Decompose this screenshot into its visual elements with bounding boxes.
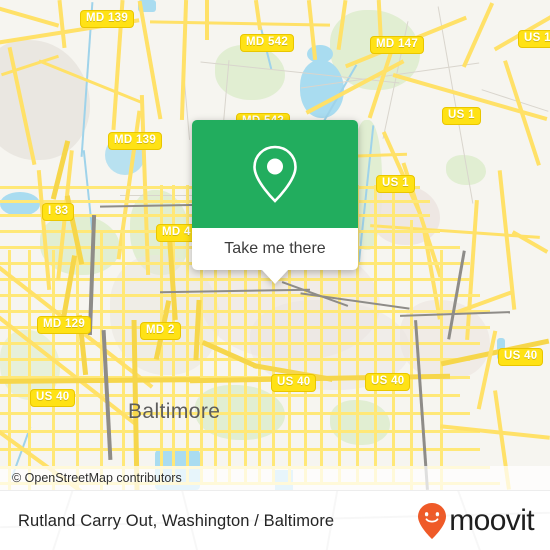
highway (205, 0, 209, 40)
map-pin-icon (253, 145, 297, 203)
route-shield-us-40: US 40 (271, 374, 317, 392)
route-shield-md-147: MD 147 (370, 36, 425, 54)
route-shield-md-2: MD 2 (140, 322, 181, 340)
city-label-baltimore: Baltimore (128, 400, 221, 423)
popup-image-area (192, 120, 358, 228)
water-body (0, 192, 40, 216)
route-shield-us-1: US 1 (518, 30, 550, 48)
take-me-there-label: Take me there (224, 240, 326, 257)
route-shield-us-1: US 1 (442, 107, 481, 125)
route-shield-us-40: US 40 (30, 389, 76, 407)
place-title: Rutland Carry Out, Washington / Baltimor… (18, 511, 335, 530)
route-shield-md-4: MD 4 (156, 224, 197, 242)
map-canvas[interactable]: MD 139 MD 542 MD 147 US 1 MD 139 MD 542 … (0, 0, 550, 490)
route-shield-md-129: MD 129 (37, 316, 92, 334)
popup-pointer-tail (262, 270, 288, 284)
route-shield-i-83: I 83 (42, 203, 75, 221)
moovit-logo[interactable]: moovit (417, 502, 550, 540)
route-shield-md-542: MD 542 (240, 34, 295, 52)
route-shield-us-40: US 40 (365, 373, 411, 391)
moovit-wordmark: moovit (449, 504, 534, 537)
screenshot-root: MD 139 MD 542 MD 147 US 1 MD 139 MD 542 … (0, 0, 550, 550)
footer-bar: Rutland Carry Out, Washington / Baltimor… (0, 490, 550, 550)
route-shield-us-1: US 1 (376, 175, 415, 193)
route-shield-md-139: MD 139 (80, 10, 135, 28)
route-shield-md-139: MD 139 (108, 132, 163, 150)
map-attribution-bar: © OpenStreetMap contributors (0, 466, 550, 490)
take-me-there-button[interactable]: Take me there (192, 228, 358, 270)
place-popup-card[interactable]: Take me there (192, 120, 358, 284)
route-shield-us-40: US 40 (498, 348, 544, 366)
osm-attribution-text[interactable]: © OpenStreetMap contributors (0, 471, 182, 485)
moovit-pin-smile-icon (418, 503, 447, 539)
